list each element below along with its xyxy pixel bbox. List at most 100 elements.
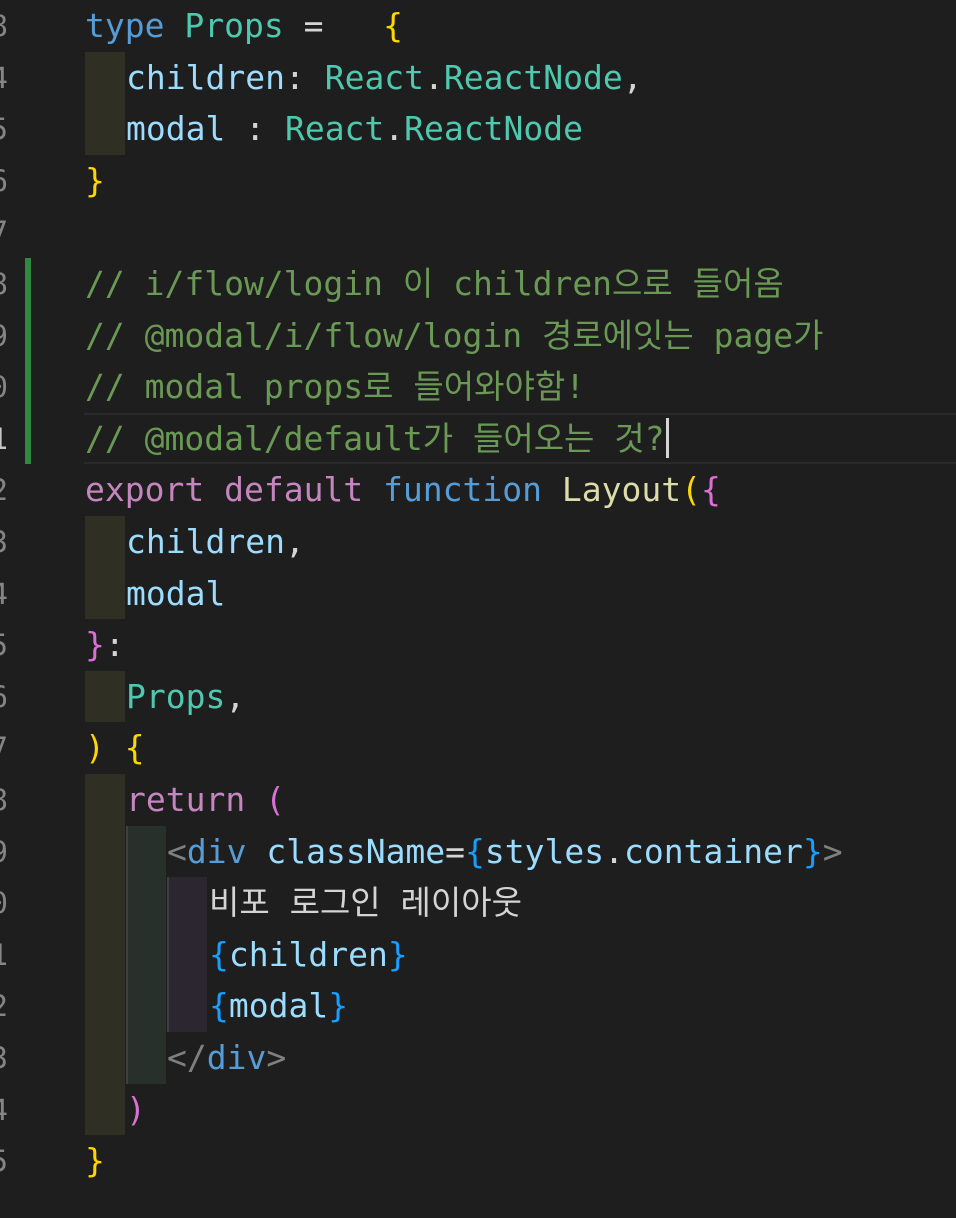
text-cursor <box>665 417 669 458</box>
token-bracket: ) <box>85 728 105 768</box>
line-number: 0 <box>0 367 8 407</box>
indent-guide <box>167 980 207 1032</box>
token-punctuation: , <box>225 676 246 716</box>
code-line[interactable]: 4 ) <box>0 1083 956 1136</box>
code-text: } <box>85 160 105 202</box>
code-text: ) <box>126 1089 146 1131</box>
token-keyword: type <box>85 6 165 45</box>
code-line[interactable]: 7 <box>0 206 956 258</box>
line-number: 6 <box>0 161 8 201</box>
token-attribute: className <box>266 831 446 871</box>
indent-guide <box>126 928 166 981</box>
git-added-marker[interactable] <box>25 258 31 310</box>
token-bracket: } <box>85 625 105 665</box>
indent-guide <box>167 877 207 929</box>
line-number: 4 <box>0 58 8 98</box>
code-line[interactable]: 8 return ( <box>0 774 956 826</box>
token-keyword-default: default <box>224 470 364 510</box>
code-line[interactable]: 5 }: <box>0 619 956 671</box>
code-text: type Props = { <box>85 5 403 47</box>
code-text: }: <box>85 624 125 666</box>
code-line[interactable]: 0 // modal props로 들어와야함! <box>0 361 956 413</box>
git-added-marker[interactable] <box>25 361 31 413</box>
code-text: <div className={styles.container}> <box>167 831 843 873</box>
code-line[interactable]: 5 modal : React.ReactNode <box>0 103 956 155</box>
indent-guide <box>85 877 125 929</box>
code-text: export default function Layout({ <box>85 469 721 511</box>
indent-guide <box>85 670 125 723</box>
token-type: ReactNode <box>404 109 583 149</box>
code-line[interactable]: 3 children, <box>0 516 956 568</box>
token-bracket: ) <box>126 1089 146 1129</box>
token-variable: styles <box>484 831 605 871</box>
code-editor[interactable]: 8 type Props = { 4 children: React.React… <box>0 0 956 1218</box>
code-comment: // @modal/i/flow/login 경로에잇는 page가 <box>85 315 824 355</box>
token-tag-name: div <box>186 831 247 871</box>
code-line[interactable]: 8 type Props = { <box>0 0 956 52</box>
code-comment: // i/flow/login 이 children으로 들어옴 <box>85 264 784 303</box>
code-text: children: React.ReactNode, <box>126 57 643 99</box>
code-line[interactable]: 4 modal <box>0 567 956 620</box>
jsx-text: 비포 로그인 레이아웃 <box>209 883 522 923</box>
indent-guide <box>126 1032 166 1084</box>
token-tag-bracket: < <box>167 831 187 871</box>
indent-guide <box>126 980 166 1032</box>
token-punctuation: : <box>104 625 125 665</box>
indent-guide <box>85 1083 125 1136</box>
token-tag-bracket: > <box>266 1038 287 1077</box>
code-line[interactable]: 6 } <box>0 155 956 207</box>
token-bracket: ( <box>265 780 285 819</box>
code-line[interactable]: 8 // i/flow/login 이 children으로 들어옴 <box>0 258 956 310</box>
code-text: } <box>85 1140 105 1182</box>
token-punctuation: . <box>424 57 444 97</box>
indent-guide <box>126 825 166 878</box>
token-keyword-export: export <box>85 470 205 510</box>
token-bracket: { <box>383 6 403 45</box>
code-text: // @modal/default가 들어오는 것? <box>85 417 669 460</box>
line-number: 8 <box>0 6 8 46</box>
indent-guide <box>85 774 125 826</box>
line-number: 8 <box>0 264 8 304</box>
code-line[interactable]: 2 export default function Layout({ <box>0 464 956 516</box>
line-number: 5 <box>0 625 8 665</box>
line-number: 2 <box>0 986 8 1026</box>
token-namespace: React <box>324 57 425 97</box>
code-text: Props, <box>126 676 245 718</box>
indent-guide <box>85 51 125 104</box>
git-added-marker[interactable] <box>25 309 31 362</box>
token-bracket: { <box>124 728 145 768</box>
token-operator: = <box>445 831 466 871</box>
token-bracket: { <box>700 470 721 510</box>
code-line-current[interactable]: 1 // @modal/default가 들어오는 것? <box>0 412 956 465</box>
token-bracket: { <box>209 986 229 1026</box>
indent-guide <box>126 877 166 929</box>
token-property: children <box>126 57 285 97</box>
code-line[interactable]: 6 Props, <box>0 670 956 723</box>
token-punctuation: , <box>284 522 305 561</box>
code-comment: // modal props로 들어와야함! <box>85 367 586 407</box>
token-tag-name: div <box>206 1038 267 1077</box>
line-number: 7 <box>0 728 8 768</box>
code-line[interactable]: 0 비포 로그인 레이아웃 <box>0 877 956 929</box>
token-tag-bracket: > <box>822 831 843 871</box>
code-line[interactable]: 7 ) { <box>0 722 956 774</box>
line-number: 1 <box>0 419 8 459</box>
line-number: 9 <box>0 832 8 872</box>
code-line[interactable]: 9 <div className={styles.container}> <box>0 825 956 878</box>
git-added-marker[interactable] <box>25 412 31 465</box>
code-line[interactable]: 1 {children} <box>0 928 956 981</box>
code-line[interactable]: 9 // @modal/i/flow/login 경로에잇는 page가 <box>0 309 956 362</box>
token-keyword-return: return <box>126 780 246 819</box>
token-type: Props <box>184 6 284 45</box>
code-line[interactable]: 2 {modal} <box>0 980 956 1032</box>
line-number: 8 <box>0 780 8 820</box>
line-number: 1 <box>0 935 8 975</box>
token-bracket: } <box>802 831 823 871</box>
code-line[interactable]: 5 } <box>0 1135 956 1187</box>
code-line[interactable]: 4 children: React.ReactNode, <box>0 51 956 104</box>
line-number: 3 <box>0 1038 8 1078</box>
token-property: modal <box>126 109 226 149</box>
token-punctuation: . <box>384 109 405 149</box>
indent-guide <box>85 928 125 981</box>
code-line[interactable]: 3 </div> <box>0 1032 956 1084</box>
